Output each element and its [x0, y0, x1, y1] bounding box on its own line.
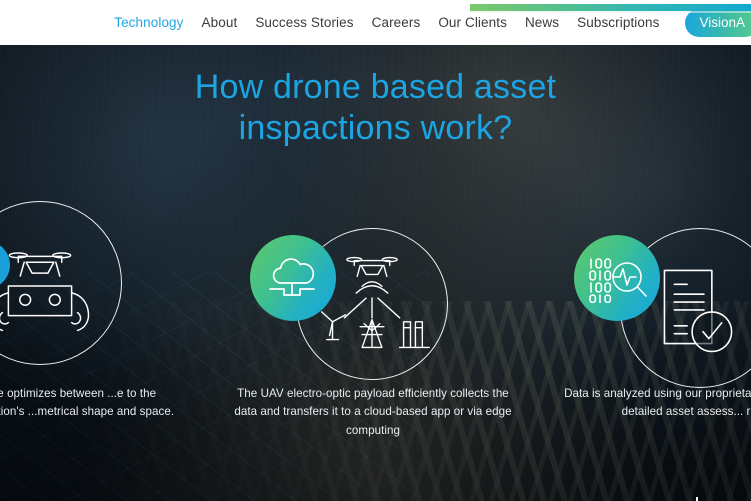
- step-capture-badge: [250, 235, 336, 321]
- page-root: How drone based asset inspactions work?: [0, 0, 751, 501]
- top-accent-underline: [470, 11, 751, 13]
- top-accent-bar: [470, 4, 751, 11]
- nav-item-about[interactable]: About: [193, 0, 247, 45]
- cloud-computing-icon: [269, 258, 315, 296]
- drone-with-hands-icon: [0, 252, 90, 332]
- nav-item-careers[interactable]: Careers: [363, 0, 430, 45]
- step-analysis-badge: [574, 235, 660, 321]
- step-planning-caption: ...nning software optimizes between ...e…: [0, 387, 175, 419]
- step-analysis-caption: Data is analyzed using our proprieta... …: [564, 387, 751, 419]
- step-capture-caption: The UAV electro-optic payload efficientl…: [234, 387, 512, 437]
- hero-section: How drone based asset inspactions work?: [0, 45, 751, 501]
- binary-magnifier-icon: [589, 258, 647, 303]
- plus-icon[interactable]: [686, 497, 708, 501]
- step-planning-ring: [0, 201, 122, 365]
- nav-item-success-stories[interactable]: Success Stories: [246, 0, 362, 45]
- steps-row: ...nning software optimizes between ...e…: [0, 45, 751, 501]
- nav-item-technology[interactable]: Technology: [105, 0, 192, 45]
